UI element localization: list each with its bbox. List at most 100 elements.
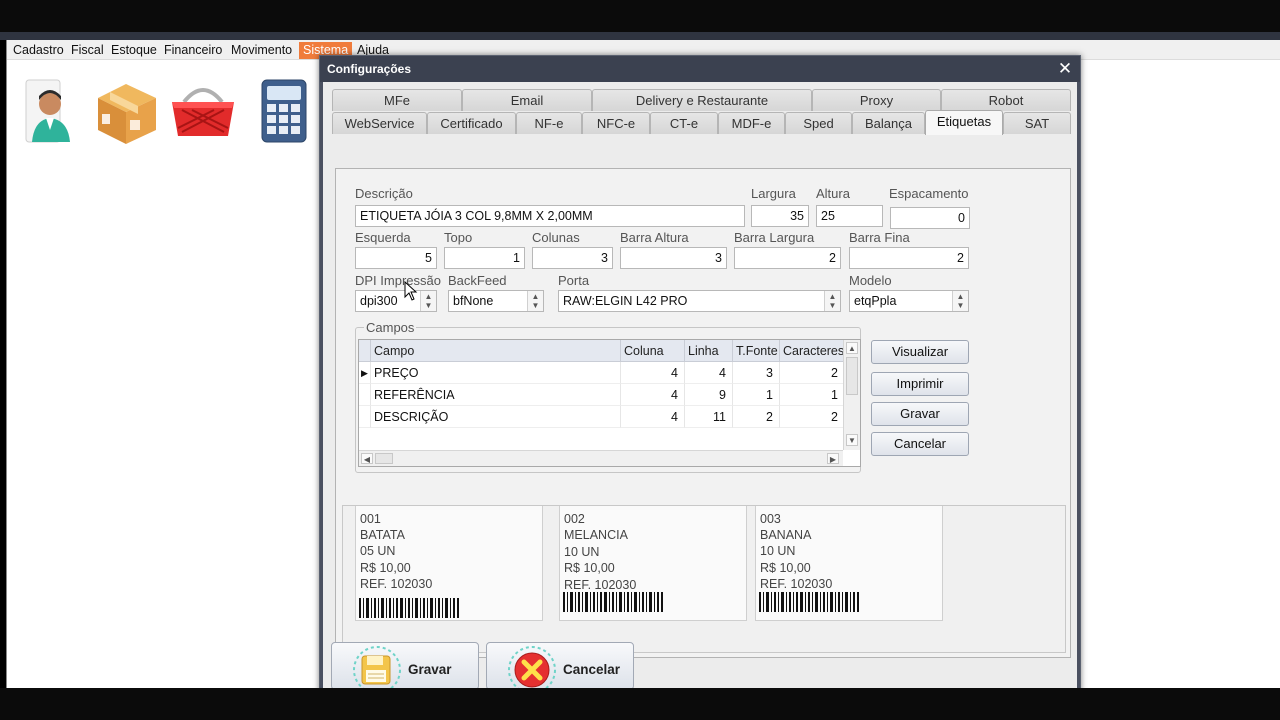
barra-largura-field[interactable]: 2 [734, 247, 841, 269]
label-ref: REF. 102030 [360, 577, 433, 591]
altura-label: Altura [816, 186, 850, 201]
table-row-linha[interactable]: 4 [685, 362, 733, 384]
calculator-icon[interactable] [252, 76, 322, 148]
vertical-scrollbar[interactable]: ▲ ▼ [843, 340, 860, 450]
row-indicator [359, 406, 371, 428]
descricao-field[interactable]: ETIQUETA JÓIA 3 COL 9,8MM X 2,00MM [355, 205, 745, 227]
close-icon[interactable]: ✕ [1055, 59, 1075, 79]
tab-nfe[interactable]: NF-e [516, 112, 582, 134]
backfeed-select[interactable]: bfNone ▲ ▼ [448, 290, 544, 312]
tab-nfce[interactable]: NFC-e [582, 112, 650, 134]
spin-arrows-icon[interactable]: ▲ ▼ [824, 291, 840, 311]
cancelar-button-label: Cancelar [563, 662, 621, 677]
topo-field[interactable]: 1 [444, 247, 525, 269]
tab-mdfe[interactable]: MDF-e [718, 112, 785, 134]
barra-fina-label: Barra Fina [849, 230, 910, 245]
dpi-select[interactable]: dpi300 ▲ ▼ [355, 290, 437, 312]
menu-financeiro[interactable]: Financeiro [160, 42, 226, 59]
grid-indicator-header [359, 340, 371, 362]
table-row-campo[interactable]: REFERÊNCIA [371, 384, 621, 406]
tab-certificado[interactable]: Certificado [427, 112, 516, 134]
table-row-campo[interactable]: DESCRIÇÃO [371, 406, 621, 428]
table-row-tfonte[interactable]: 1 [733, 384, 780, 406]
backfeed-value: bfNone [453, 294, 494, 308]
descricao-label: Descrição [355, 186, 413, 201]
person-icon[interactable] [18, 76, 88, 148]
scroll-left-icon[interactable]: ◀ [361, 453, 373, 464]
tab-sped[interactable]: Sped [785, 112, 852, 134]
tab-webservice[interactable]: WebService [332, 112, 427, 134]
shopping-basket-icon[interactable] [168, 76, 238, 148]
imprimir-button[interactable]: Imprimir [871, 372, 969, 396]
spin-arrows-icon[interactable]: ▲ ▼ [420, 291, 436, 311]
barra-largura-label: Barra Largura [734, 230, 815, 245]
colunas-field[interactable]: 3 [532, 247, 613, 269]
porta-value: RAW:ELGIN L42 PRO [563, 294, 688, 308]
esquerda-field[interactable]: 5 [355, 247, 437, 269]
table-row-coluna[interactable]: 4 [621, 384, 685, 406]
tab-balanca[interactable]: Balança [852, 112, 925, 134]
scroll-down-icon[interactable]: ▼ [846, 434, 858, 446]
spin-arrows-icon[interactable]: ▲ ▼ [527, 291, 543, 311]
colunas-label: Colunas [532, 230, 580, 245]
tab-robot[interactable]: Robot [941, 89, 1071, 111]
tab-mfe[interactable]: MFe [332, 89, 462, 111]
campos-grid[interactable]: Campo Coluna Linha T.Fonte Caracteres ▶ … [358, 339, 861, 467]
table-row-coluna[interactable]: 4 [621, 362, 685, 384]
gravar-side-button[interactable]: Gravar [871, 402, 969, 426]
screen: Cadastro Fiscal Estoque Financeiro Movim… [0, 0, 1280, 720]
column-header-campo[interactable]: Campo [371, 340, 621, 362]
column-header-caracteres[interactable]: Caracteres [780, 340, 845, 362]
barra-fina-field[interactable]: 2 [849, 247, 969, 269]
barra-altura-field[interactable]: 3 [620, 247, 727, 269]
menu-estoque[interactable]: Estoque [107, 42, 161, 59]
scroll-up-icon[interactable]: ▲ [846, 342, 858, 354]
table-row-caracteres[interactable]: 2 [780, 406, 845, 428]
table-row-caracteres[interactable]: 2 [780, 362, 845, 384]
table-row-campo[interactable]: PREÇO [371, 362, 621, 384]
column-header-linha[interactable]: Linha [685, 340, 733, 362]
tab-sat[interactable]: SAT [1003, 112, 1071, 134]
scroll-thumb[interactable] [846, 357, 858, 395]
horizontal-scrollbar[interactable]: ◀ ▶ [359, 450, 843, 466]
largura-label: Largura [751, 186, 796, 201]
menu-fiscal[interactable]: Fiscal [67, 42, 108, 59]
label-price: R$ 10,00 [564, 561, 615, 575]
tab-email[interactable]: Email [462, 89, 592, 111]
table-row-caracteres[interactable]: 1 [780, 384, 845, 406]
visualizar-button[interactable]: Visualizar [871, 340, 969, 364]
tab-cte[interactable]: CT-e [650, 112, 718, 134]
cancelar-button[interactable]: Cancelar [486, 642, 634, 694]
tab-proxy[interactable]: Proxy [812, 89, 941, 111]
label-qty: 10 UN [564, 545, 600, 559]
box-icon[interactable] [92, 76, 162, 148]
cancelar-side-button[interactable]: Cancelar [871, 432, 969, 456]
table-row-tfonte[interactable]: 3 [733, 362, 780, 384]
menu-movimento[interactable]: Movimento [227, 42, 296, 59]
scroll-right-icon[interactable]: ▶ [827, 453, 839, 464]
table-row-linha[interactable]: 11 [685, 406, 733, 428]
dpi-label: DPI Impressão [355, 273, 441, 288]
tab-delivery-restaurante[interactable]: Delivery e Restaurante [592, 89, 812, 111]
label-name: MELANCIA [564, 528, 628, 542]
label-price: R$ 10,00 [760, 561, 811, 575]
gravar-button[interactable]: Gravar [331, 642, 479, 694]
altura-field[interactable]: 25 [816, 205, 883, 227]
dialog-titlebar[interactable]: Configurações ✕ [320, 56, 1080, 82]
table-row-linha[interactable]: 9 [685, 384, 733, 406]
column-header-tfonte[interactable]: T.Fonte [733, 340, 780, 362]
config-dialog: Configurações ✕ MFe Email Delivery e Res… [319, 55, 1081, 695]
porta-select[interactable]: RAW:ELGIN L42 PRO ▲ ▼ [558, 290, 841, 312]
label-ref: REF. 102030 [564, 578, 637, 592]
column-header-coluna[interactable]: Coluna [621, 340, 685, 362]
largura-field[interactable]: 35 [751, 205, 809, 227]
menu-cadastro[interactable]: Cadastro [9, 42, 68, 59]
tab-etiquetas[interactable]: Etiquetas [925, 110, 1003, 135]
table-row-tfonte[interactable]: 2 [733, 406, 780, 428]
spin-arrows-icon[interactable]: ▲ ▼ [952, 291, 968, 311]
table-row-coluna[interactable]: 4 [621, 406, 685, 428]
label-code: 003 [760, 512, 781, 526]
scroll-thumb[interactable] [375, 453, 393, 464]
espacamento-field[interactable]: 0 [890, 207, 970, 229]
modelo-select[interactable]: etqPpla ▲ ▼ [849, 290, 969, 312]
